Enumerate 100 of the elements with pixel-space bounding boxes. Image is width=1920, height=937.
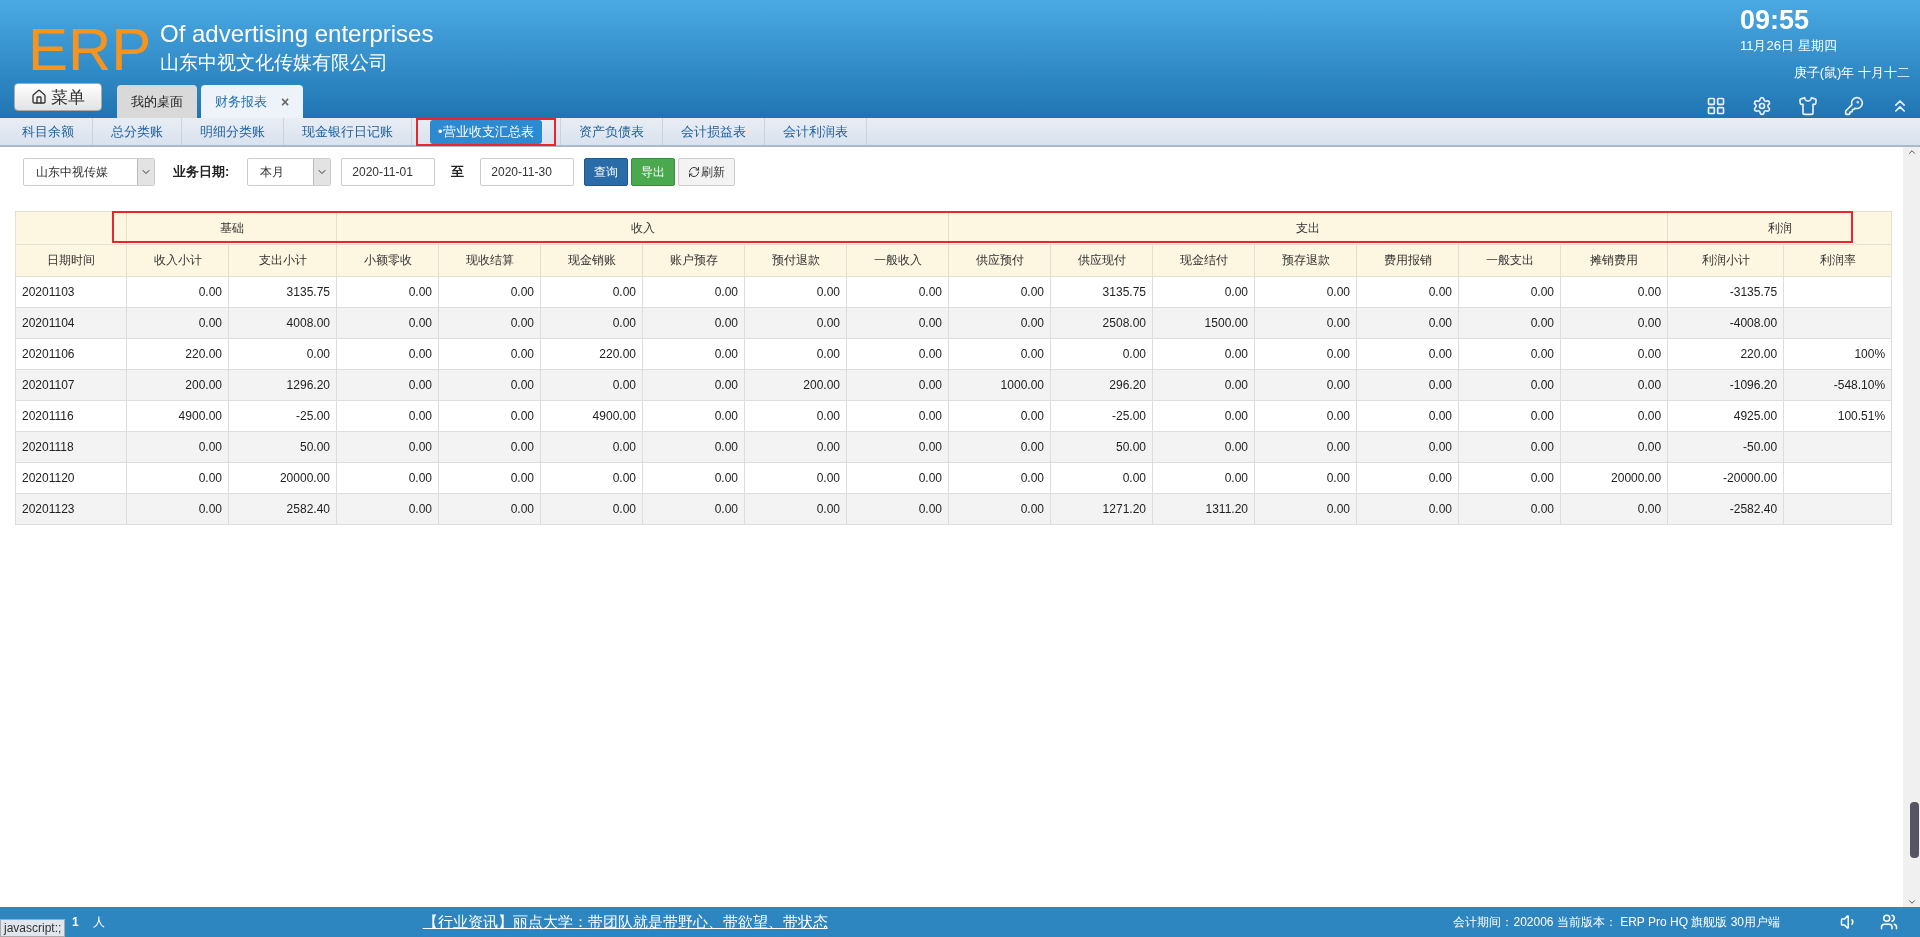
table-cell: 0.00 (1458, 307, 1561, 339)
table-cell: 50.00 (1050, 431, 1153, 463)
table-cell: 220.00 (1667, 338, 1784, 370)
table-cell: 0.00 (846, 369, 949, 401)
app-title: Of advertising enterprises (160, 20, 435, 48)
scroll-down-icon[interactable] (1906, 897, 1917, 907)
table-cell: 0.00 (1560, 338, 1668, 370)
table-cell: 2508.00 (1050, 307, 1153, 339)
refresh-button[interactable]: 刷新 (678, 158, 736, 186)
table-cell: 1311.20 (1152, 493, 1255, 525)
table-cell: 100% (1783, 338, 1892, 370)
company-select[interactable]: 山东中视传媒 (23, 158, 155, 186)
scroll-thumb[interactable] (1910, 802, 1919, 858)
to-label: 至 (451, 163, 465, 181)
table-cell: 20201120 (15, 462, 127, 494)
table-cell: 0.00 (438, 493, 541, 525)
menu-button[interactable]: 菜单 (14, 83, 102, 111)
table-cell: 20201123 (15, 493, 127, 525)
table-cell: 0.00 (642, 369, 745, 401)
column-header: 利润率 (1783, 244, 1892, 277)
table-cell: 0.00 (540, 307, 643, 339)
table-cell: 0.00 (744, 493, 847, 525)
table-cell: 0.00 (1356, 338, 1459, 370)
table-cell: 0.00 (336, 493, 439, 525)
version-info: 会计期间：202006 当前版本： ERP Pro HQ 旗舰版 30用户端 (1453, 913, 1780, 931)
table-cell: -50.00 (1667, 431, 1784, 463)
window-tab[interactable]: 我的桌面 (117, 85, 197, 118)
table-cell: 0.00 (1356, 400, 1459, 432)
table-cell: -25.00 (228, 400, 337, 432)
table-cell: 0.00 (1560, 493, 1668, 525)
table-cell: 0.00 (744, 338, 847, 370)
online-unit: 人 (92, 913, 105, 931)
table-cell: 0.00 (642, 462, 745, 494)
key-icon[interactable] (1844, 96, 1864, 116)
report-tab[interactable]: 科目余额 (4, 118, 93, 145)
table-cell: 20000.00 (228, 462, 337, 494)
scroll-up-icon[interactable] (1906, 147, 1917, 157)
column-header: 预付退款 (744, 244, 847, 277)
table-cell: -548.10% (1783, 369, 1892, 401)
table-cell: 0.00 (1356, 369, 1459, 401)
lunar-date: 庚子(鼠)年 十月十二 (1793, 64, 1910, 82)
report-tab[interactable]: 会计损益表 (662, 118, 765, 145)
home-icon (31, 89, 47, 105)
online-count: 1 (72, 915, 79, 929)
column-header: 摊销费用 (1560, 244, 1668, 277)
column-header: 支出小计 (228, 244, 337, 277)
table-cell: -1096.20 (1667, 369, 1784, 401)
column-header: 收入小计 (126, 244, 229, 277)
table-cell: 0.00 (846, 462, 949, 494)
table-cell: 0.00 (438, 307, 541, 339)
table-cell: 0.00 (846, 338, 949, 370)
table-cell: 0.00 (438, 462, 541, 494)
start-date-field[interactable]: 2020-11-01 (341, 158, 436, 186)
table-cell: 0.00 (1254, 369, 1357, 401)
table-cell: 0.00 (948, 307, 1051, 339)
column-header: 一般支出 (1458, 244, 1561, 277)
table-cell: 0.00 (846, 276, 949, 308)
table-cell: 20201106 (15, 338, 127, 370)
report-tab[interactable]: 总分类账 (93, 118, 182, 145)
table-cell: 0.00 (1152, 276, 1255, 308)
table-cell: 0.00 (1560, 431, 1668, 463)
table-cell: 0.00 (1458, 493, 1561, 525)
report-tab[interactable]: 会计利润表 (764, 118, 867, 145)
export-button[interactable]: 导出 (631, 158, 676, 186)
table-cell: 0.00 (126, 276, 229, 308)
table-cell: 0.00 (744, 307, 847, 339)
table-cell: 20201107 (15, 369, 127, 401)
table-cell: 0.00 (438, 431, 541, 463)
table-cell: 0.00 (1152, 369, 1255, 401)
table-cell: -25.00 (1050, 400, 1153, 432)
browser-status: javascript:; (0, 919, 66, 937)
table-cell: -2582.40 (1667, 493, 1784, 525)
report-tab[interactable]: 现金银行日记账 (284, 118, 412, 145)
logo: ERP (28, 20, 153, 80)
table-cell: 0.00 (744, 462, 847, 494)
news-link[interactable]: 【行业资讯】丽点大学：带团队就是带野心、带欲望、带状态 (422, 912, 828, 932)
period-select[interactable]: 本月 (247, 158, 332, 186)
end-date-field[interactable]: 2020-11-30 (480, 158, 575, 186)
query-button[interactable]: 查询 (584, 158, 629, 186)
table-cell: 20201103 (15, 276, 127, 308)
table-cell: 0.00 (948, 431, 1051, 463)
table-cell: 0.00 (1356, 276, 1459, 308)
table-cell: 0.00 (126, 493, 229, 525)
shirt-icon[interactable] (1798, 96, 1818, 116)
table-cell: 220.00 (126, 338, 229, 370)
column-header: 供应预付 (948, 244, 1051, 277)
table-cell: 0.00 (1254, 462, 1357, 494)
users-icon[interactable] (1880, 913, 1898, 931)
table-cell: 0.00 (744, 431, 847, 463)
settings-icon[interactable] (1752, 96, 1772, 116)
table-cell: 0.00 (540, 462, 643, 494)
window-tab[interactable]: 财务报表 × (201, 85, 304, 118)
table-cell: 3135.75 (1050, 276, 1153, 308)
column-header: 现收结算 (438, 244, 541, 277)
close-icon[interactable]: × (281, 93, 290, 110)
report-tab[interactable]: 资产负债表 (560, 118, 663, 145)
table-cell: 0.00 (948, 493, 1051, 525)
report-tab[interactable]: 明细分类账 (182, 118, 284, 145)
table-cell: 2582.40 (228, 493, 337, 525)
table-cell: 4900.00 (540, 400, 643, 432)
